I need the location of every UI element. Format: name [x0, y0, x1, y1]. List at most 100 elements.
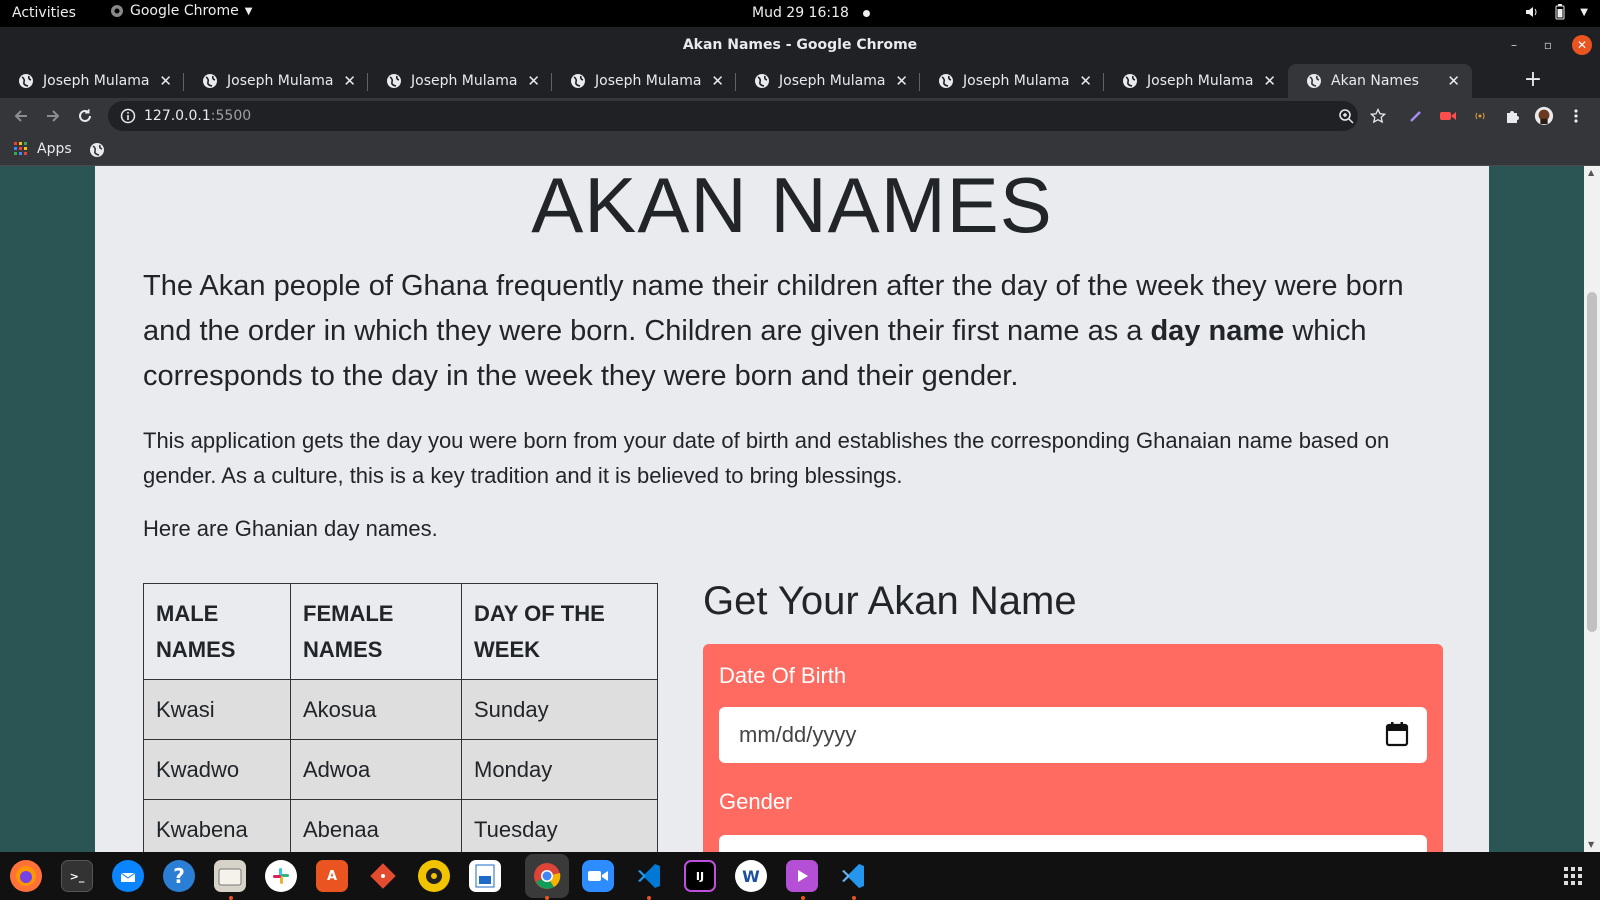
close-tab-icon[interactable]: ✕	[1263, 72, 1276, 90]
vscode-insiders-icon[interactable]	[837, 860, 869, 892]
thunderbird-icon[interactable]	[112, 860, 144, 892]
tab[interactable]: Joseph Mulama ✕	[1104, 64, 1288, 98]
app-menu[interactable]: Google Chrome ▼	[110, 3, 252, 19]
apps-shortcut[interactable]: Apps	[14, 141, 72, 157]
forward-button[interactable]	[42, 105, 64, 127]
table-header-row: MALE NAMES FEMALE NAMES DAY OF THE WEEK	[143, 583, 658, 680]
page-viewport[interactable]: AKAN NAMES The Akan people of Ghana freq…	[0, 166, 1584, 852]
bookmark-item[interactable]	[89, 142, 105, 158]
close-tab-icon[interactable]: ✕	[343, 72, 356, 90]
media-player-icon[interactable]	[786, 860, 818, 892]
intro-bold-text: day name	[1150, 315, 1285, 347]
extension-record-button[interactable]	[1438, 106, 1458, 126]
scrollbar-thumb[interactable]	[1587, 292, 1597, 632]
tab[interactable]: Joseph Mulama ✕	[736, 64, 920, 98]
system-tray[interactable]: ▼	[1524, 4, 1588, 20]
intellij-icon[interactable]: IJ	[684, 860, 716, 892]
calendar-icon[interactable]	[1385, 721, 1409, 747]
close-tab-icon[interactable]: ✕	[895, 72, 908, 90]
tab[interactable]: Joseph Mulama ✕	[368, 64, 552, 98]
table-cell: Adwoa	[290, 739, 462, 800]
bookmark-button[interactable]	[1368, 106, 1388, 126]
zoom-icon[interactable]	[582, 860, 614, 892]
globe-icon	[387, 74, 401, 88]
ubuntu-dock: >_ ? A IJ W	[0, 852, 1600, 900]
clock-label: Mud 29 16:18	[752, 5, 849, 21]
reload-button[interactable]	[74, 105, 96, 127]
help-icon[interactable]: ?	[163, 860, 195, 892]
puzzle-icon	[1507, 111, 1519, 123]
maximize-button[interactable]: ▫	[1538, 35, 1558, 55]
git-icon[interactable]	[367, 860, 399, 892]
back-button[interactable]	[10, 105, 32, 127]
column-header: DAY OF THE WEEK	[461, 583, 658, 680]
more-vert-icon	[1574, 109, 1578, 123]
extensions-button[interactable]	[1502, 106, 1522, 126]
firefox-icon[interactable]	[10, 860, 42, 892]
dob-placeholder: mm/dd/yyyy	[739, 722, 857, 747]
close-tab-icon[interactable]: ✕	[527, 72, 540, 90]
table-cell: Monday	[461, 739, 658, 800]
table-cell: Tuesday	[461, 799, 658, 852]
new-tab-button[interactable]: +	[1520, 68, 1546, 94]
running-indicator	[852, 896, 856, 900]
tab[interactable]: Joseph Mulama ✕	[0, 64, 184, 98]
software-center-icon[interactable]: A	[316, 860, 348, 892]
zoom-button[interactable]	[1336, 106, 1356, 126]
volume-icon[interactable]	[1524, 4, 1540, 20]
tab-strip: Joseph Mulama ✕ Joseph Mulama ✕ Joseph M…	[0, 64, 1600, 98]
profile-button[interactable]	[1534, 106, 1554, 126]
running-indicator	[647, 896, 651, 900]
app-menu-label: Google Chrome	[130, 3, 239, 19]
extension-pen-button[interactable]	[1406, 106, 1426, 126]
slack-icon[interactable]	[265, 860, 297, 892]
globe-icon	[571, 74, 585, 88]
tab-label: Joseph Mulama	[963, 73, 1070, 89]
date-of-birth-input[interactable]: mm/dd/yyyy	[719, 707, 1427, 763]
close-tab-icon[interactable]: ✕	[159, 72, 172, 90]
clock[interactable]: Mud 29 16:18	[752, 5, 870, 21]
activities-button[interactable]: Activities	[12, 5, 76, 21]
minimize-button[interactable]: –	[1504, 35, 1524, 55]
globe-icon	[1123, 74, 1137, 88]
tab[interactable]: Joseph Mulama ✕	[184, 64, 368, 98]
libreoffice-writer-icon[interactable]	[469, 860, 501, 892]
show-applications-icon[interactable]	[1564, 867, 1582, 885]
close-tab-icon[interactable]: ✕	[1447, 72, 1460, 90]
address-bar[interactable]: 127.0.0.1:5500	[108, 101, 1358, 131]
terminal-icon[interactable]: >_	[61, 860, 93, 892]
intro-paragraph: The Akan people of Ghana frequently name…	[143, 264, 1443, 399]
globe-icon	[939, 74, 953, 88]
window-title-bar[interactable]: Akan Names - Google Chrome – ▫ ✕	[0, 27, 1600, 64]
close-tab-icon[interactable]: ✕	[711, 72, 724, 90]
tab-label: Joseph Mulama	[779, 73, 886, 89]
info-icon[interactable]	[120, 108, 136, 124]
close-tab-icon[interactable]: ✕	[1079, 72, 1092, 90]
vscode-icon[interactable]	[633, 860, 665, 892]
page-scrollbar[interactable]: ▲ ▼	[1584, 166, 1600, 852]
window-title: Akan Names - Google Chrome	[682, 37, 918, 53]
close-window-button[interactable]: ✕	[1572, 35, 1592, 55]
rhythmbox-icon[interactable]	[418, 860, 450, 892]
table-row: Kwadwo Adwoa Monday	[143, 739, 658, 800]
column-header: MALE NAMES	[143, 583, 291, 680]
tab[interactable]: Joseph Mulama ✕	[552, 64, 736, 98]
description-paragraph: This application gets the day you were b…	[143, 428, 1390, 488]
app-icon[interactable]: W	[735, 860, 767, 892]
battery-icon[interactable]	[1554, 4, 1566, 20]
files-icon[interactable]	[214, 860, 246, 892]
extension-broadcast-button[interactable]	[1470, 106, 1490, 126]
form-title: Get Your Akan Name	[703, 579, 1077, 623]
tab-active[interactable]: Akan Names ✕	[1288, 64, 1472, 98]
system-menu-chevron-icon[interactable]: ▼	[1580, 7, 1588, 18]
chrome-icon[interactable]	[531, 860, 563, 892]
gender-select[interactable]	[719, 835, 1427, 852]
day-names-table: MALE NAMES FEMALE NAMES DAY OF THE WEEK …	[143, 583, 658, 852]
tab[interactable]: Joseph Mulama ✕	[920, 64, 1104, 98]
tab-label: Joseph Mulama	[411, 73, 518, 89]
star-icon	[1370, 108, 1386, 124]
scroll-up-icon[interactable]: ▲	[1588, 168, 1594, 177]
chrome-menu-button[interactable]	[1566, 106, 1586, 126]
scroll-down-icon[interactable]: ▼	[1588, 840, 1594, 849]
arrow-left-icon	[14, 110, 27, 122]
